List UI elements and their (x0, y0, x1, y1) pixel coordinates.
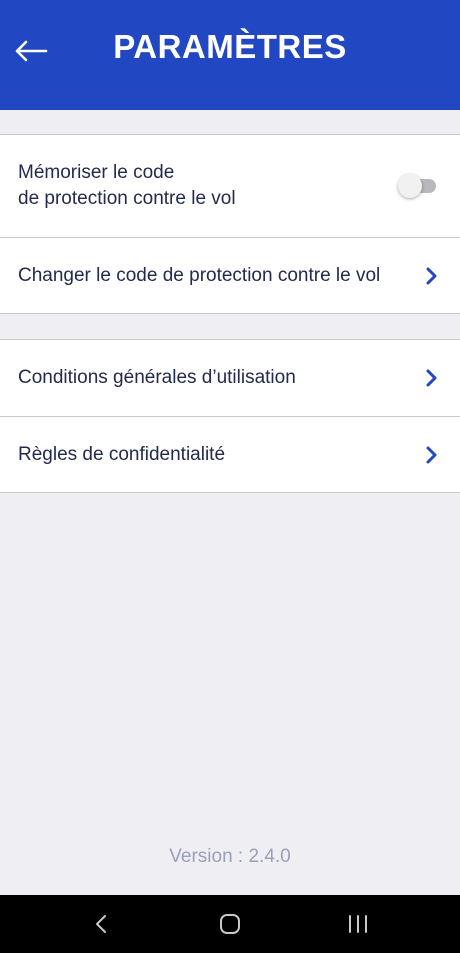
remember-code-row: Mémoriser le code de protection contre l… (0, 135, 460, 237)
settings-screen: PARAMÈTRES Mémoriser le code de protecti… (0, 0, 460, 953)
app-header: PARAMÈTRES (0, 0, 460, 110)
system-home-button[interactable] (212, 906, 248, 942)
remember-code-label-line2: de protection contre le vol (18, 188, 236, 209)
remember-code-toggle[interactable] (398, 173, 438, 199)
chevron-left-icon (96, 915, 106, 933)
settings-group-legal: Conditions générales d’utilisation Règle… (0, 339, 460, 493)
app-version: Version : 2.4.0 (169, 846, 291, 867)
chevron-right-icon (422, 446, 440, 464)
privacy-row[interactable]: Règles de confidentialité (0, 416, 460, 492)
remember-code-label-line1: Mémoriser le code (18, 162, 175, 183)
system-back-button[interactable] (83, 906, 119, 942)
page-title: PARAMÈTRES (113, 28, 347, 65)
terms-label: Conditions générales d’utilisation (18, 367, 296, 388)
privacy-label: Règles de confidentialité (18, 443, 226, 465)
system-recents-button[interactable] (340, 906, 376, 942)
change-code-label: Changer le code de protection contre le … (18, 264, 381, 286)
toggle-knob (398, 174, 422, 198)
change-code-row[interactable]: Changer le code de protection contre le … (0, 237, 460, 313)
home-icon (220, 914, 240, 934)
terms-row[interactable]: Conditions générales d’utilisation (0, 340, 460, 416)
chevron-right-icon (422, 267, 440, 285)
system-nav-bar (0, 895, 460, 953)
recent-apps-icon (349, 915, 367, 933)
settings-group-security: Mémoriser le code de protection contre l… (0, 134, 460, 314)
chevron-right-icon (422, 369, 440, 387)
remember-code-label: Mémoriser le code de protection contre l… (18, 160, 398, 212)
